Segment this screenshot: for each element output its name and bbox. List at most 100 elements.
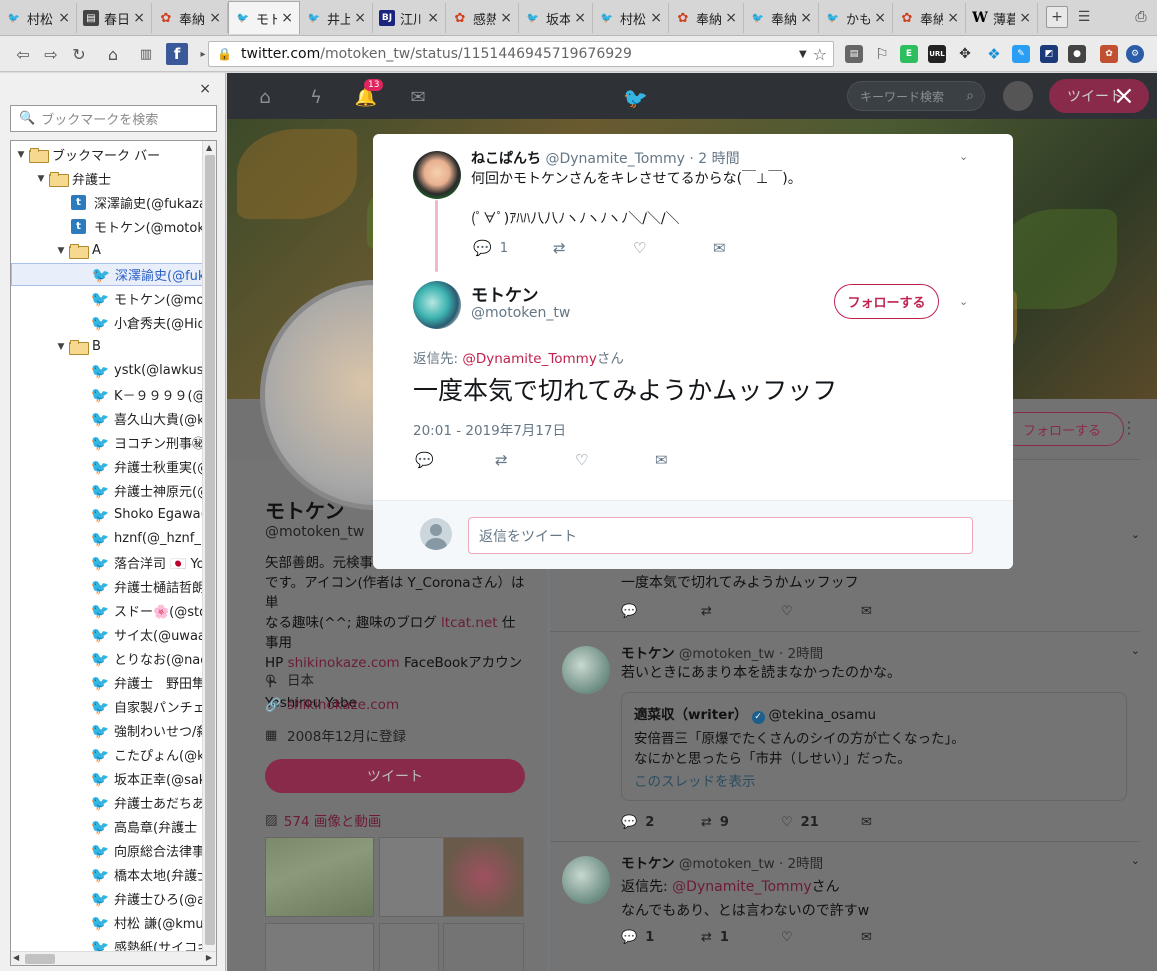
reader-icon[interactable]: ▤ (845, 45, 863, 63)
like-icon[interactable]: ♡ (633, 239, 713, 257)
messages-nav-icon[interactable]: ✉ (407, 86, 429, 108)
parent-tweet-time[interactable]: · 2 時間 (689, 151, 739, 167)
tab-close-button[interactable]: × (350, 10, 366, 26)
profile-follow-button[interactable]: フォローする (1000, 412, 1124, 446)
browser-tab[interactable]: 🐦 村松 × (0, 3, 77, 33)
home-nav-icon[interactable]: ⌂ (254, 86, 276, 108)
bookmark-item[interactable]: 🐦 こたぴょん(@ko (11, 743, 203, 766)
tab-close-button[interactable]: × (277, 10, 293, 26)
browser-tab[interactable]: ▤ 春日 × (77, 3, 152, 33)
pen-icon[interactable]: ✎ (1012, 45, 1030, 63)
bookmark-folder[interactable]: ▼ ブックマーク バー (11, 143, 203, 166)
bookmark-item[interactable]: 🐦 深澤諭史(@fuk (11, 263, 203, 286)
browser-tab[interactable]: 🐦 モト× (228, 1, 300, 34)
reply-action[interactable]: 💬 1 (621, 930, 701, 945)
media-thumbnail[interactable] (379, 923, 439, 971)
bookmark-item[interactable]: 🐦 ヨコチン刑事㊙ (11, 431, 203, 454)
bookmark-search-input[interactable]: 🔍 ブックマークを検索 (10, 105, 217, 132)
bookmark-folder[interactable]: ▼ 弁護士 (11, 167, 203, 190)
overlay-close-button[interactable]: × (1113, 83, 1135, 109)
tweet-time[interactable]: · 2時間 (779, 856, 823, 872)
parent-author-name[interactable]: ねこぱんち (471, 151, 541, 167)
avatar[interactable] (562, 646, 610, 694)
parent-author-avatar[interactable] (413, 151, 461, 199)
reply-to-user[interactable]: @Dynamite_Tommy (672, 879, 811, 895)
tab-close-button[interactable]: × (423, 10, 439, 26)
chevron-down-icon[interactable]: ⌄ (1131, 854, 1140, 867)
chevron-down-icon[interactable]: ⌄ (959, 150, 968, 163)
bookmark-item[interactable]: 🐦 K－９９９９(@k99 (11, 383, 203, 406)
dm-icon[interactable]: ✉ (861, 604, 941, 619)
tab-close-button[interactable]: × (205, 10, 221, 26)
twitter-search-input[interactable]: キーワード検索 ⌕ (847, 81, 985, 111)
bookmark-icon[interactable]: ⚐ (873, 45, 891, 63)
browser-tab[interactable]: ✿ 奉納＼× (152, 3, 228, 33)
new-tab-button[interactable]: + (1046, 6, 1068, 28)
scroll-up-icon[interactable]: ▲ (206, 143, 212, 152)
bookmark-item[interactable]: 🐦 弁護士ひろ(@a (11, 887, 203, 910)
retweet-action[interactable]: ⇄ 9 (701, 815, 781, 830)
bookmark-item[interactable]: 🐦 hznf(@_hznf_) (11, 527, 203, 550)
url-shortener-icon[interactable]: URL (928, 45, 946, 63)
tweet-author-handle[interactable]: @motoken_tw (679, 646, 775, 662)
reply-to-user[interactable]: @Dynamite_Tommy (462, 351, 596, 367)
retweet-icon[interactable]: ⇄ (553, 239, 633, 257)
move-icon[interactable]: ✥ (956, 45, 974, 63)
bookmark-item[interactable]: 🐦 落合洋司 🇯🇵 Yoji (11, 551, 203, 574)
expand-toggle-icon[interactable]: ▼ (35, 174, 47, 184)
bookmark-item[interactable]: 🐦 モトケン(@moto (11, 287, 203, 310)
browser-tab[interactable]: ✿ 感熱紙× (446, 3, 519, 33)
tab-close-button[interactable]: × (943, 10, 959, 26)
reply-action[interactable]: 💬 1 (473, 239, 553, 257)
media-thumbnail[interactable] (265, 837, 374, 917)
browser-tab[interactable]: ✿ 奉納＼× (669, 3, 744, 33)
forward-icon[interactable]: ⇨ (40, 43, 62, 65)
like-action[interactable]: ♡ 21 (781, 815, 861, 830)
bookmark-item[interactable]: 🐦 弁護士あだちあ (11, 791, 203, 814)
expand-toggle-icon[interactable]: ▼ (15, 150, 27, 160)
tool-icon[interactable]: ◩ (1040, 45, 1058, 63)
bookmark-item[interactable]: 🐦 坂本正幸(@sak (11, 767, 203, 790)
media-thumbnail[interactable] (443, 837, 524, 917)
horizontal-scrollbar[interactable]: ◀ ▶ (11, 951, 216, 965)
list-all-tabs-icon[interactable]: ☰ (1073, 6, 1095, 28)
scrollbar-thumb[interactable] (205, 155, 215, 945)
bookmark-item[interactable]: 🐦 橋本太地(弁護士 (11, 863, 203, 886)
media-thumbnail[interactable] (265, 923, 374, 971)
retweet-icon[interactable]: ⇄ (701, 604, 781, 619)
tab-close-button[interactable]: × (1015, 10, 1031, 26)
expand-toggle-icon[interactable]: ▼ (55, 246, 67, 256)
retweet-action[interactable]: ⇄ 1 (701, 930, 781, 945)
reply-action[interactable]: 💬 2 (621, 815, 701, 830)
bookmark-item[interactable]: 🐦 村松 謙(@kmur (11, 911, 203, 934)
bookmark-folder[interactable]: ▼ A (11, 239, 203, 262)
tweet-author-name[interactable]: モトケン (621, 646, 675, 662)
tab-close-button[interactable]: × (646, 10, 662, 26)
browser-tab[interactable]: 🐦 村松 謙× (593, 3, 669, 33)
like-icon[interactable]: ♡ (781, 604, 861, 619)
reply-input[interactable]: 返信をツイート (468, 517, 973, 554)
tab-close-button[interactable]: × (570, 10, 586, 26)
dm-icon[interactable]: ✉ (655, 451, 735, 469)
retweet-icon[interactable]: ⇄ (495, 451, 575, 469)
bookmark-item[interactable]: 🐦 弁護士 野田隼 (11, 671, 203, 694)
quoted-tweet[interactable]: 適菜収（writer） ✓ @tekina_osamu 安倍晋三「原爆でたくさんのシ… (621, 692, 1127, 801)
moments-nav-icon[interactable]: ϟ (305, 86, 327, 108)
menu-icon[interactable]: ⎙ (1130, 6, 1152, 28)
browser-tab[interactable]: 🐦 坂本正× (519, 3, 593, 33)
bookmark-item[interactable]: 🐦 スドー🌸(@std (11, 599, 203, 622)
bookmark-star-icon[interactable]: ☆ (813, 45, 827, 64)
follow-button[interactable]: フォローする (834, 284, 939, 319)
bookmark-item[interactable]: 🐦 弁護士秋重実(@ (11, 455, 203, 478)
media-header[interactable]: ▨ 574 画像と動画 (265, 810, 381, 830)
evernote-icon[interactable]: E (900, 45, 918, 63)
expand-toggle-icon[interactable]: ▼ (55, 342, 67, 352)
dropbox-icon[interactable]: ❖ (985, 45, 1003, 63)
reply-icon[interactable]: 💬 (621, 604, 701, 619)
reply-icon[interactable]: 💬 (415, 451, 495, 469)
dm-icon[interactable]: ✉ (861, 930, 941, 945)
tweet-author-name[interactable]: モトケン (621, 856, 675, 872)
show-thread-link[interactable]: このスレッドを表示 (634, 770, 756, 790)
main-tweet-timestamp[interactable]: 20:01 - 2019年7月17日 (413, 419, 566, 439)
bookmark-folder[interactable]: ▼ B (11, 335, 203, 358)
